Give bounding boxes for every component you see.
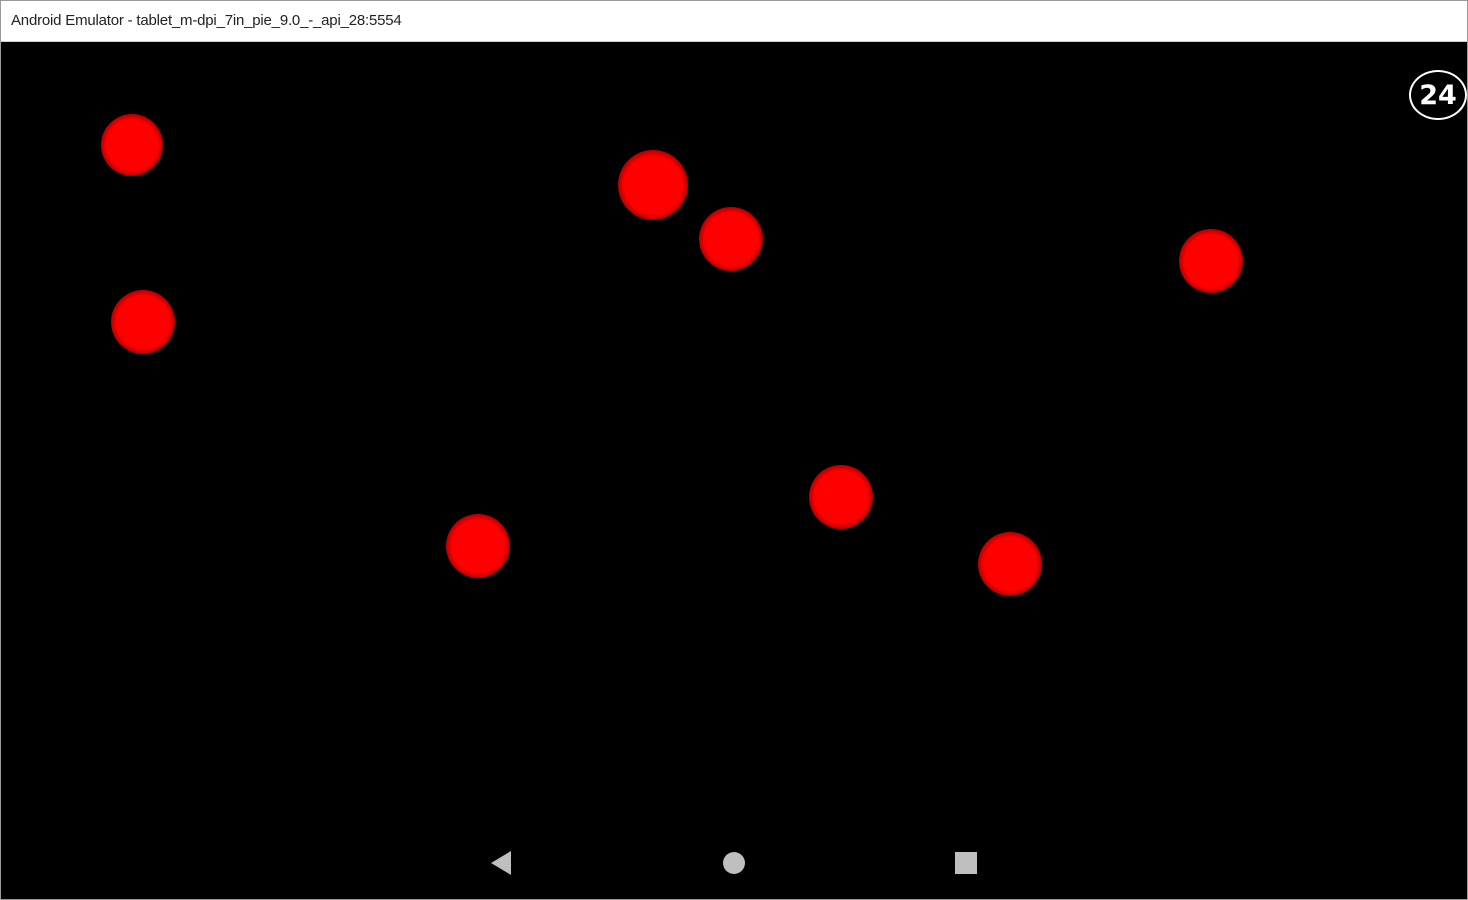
red-ball[interactable] [809,465,873,529]
game-screen[interactable]: 24 [1,42,1467,899]
red-ball[interactable] [111,290,175,354]
recents-button[interactable] [942,839,990,887]
window-titlebar: Android Emulator - tablet_m-dpi_7in_pie_… [1,1,1467,42]
home-circle-icon [723,852,745,874]
window-title: Android Emulator - tablet_m-dpi_7in_pie_… [11,12,402,29]
red-ball[interactable] [1179,229,1243,293]
red-ball[interactable] [101,114,163,176]
back-triangle-icon [491,851,511,875]
android-navigation-bar [1,829,1467,899]
red-ball[interactable] [699,207,763,271]
red-ball[interactable] [618,150,688,220]
red-ball[interactable] [978,532,1042,596]
red-ball[interactable] [446,514,510,578]
home-button[interactable] [710,839,758,887]
emulator-window: Android Emulator - tablet_m-dpi_7in_pie_… [0,0,1468,900]
back-button[interactable] [477,839,525,887]
score-badge: 24 [1409,70,1467,120]
recents-square-icon [955,852,977,874]
